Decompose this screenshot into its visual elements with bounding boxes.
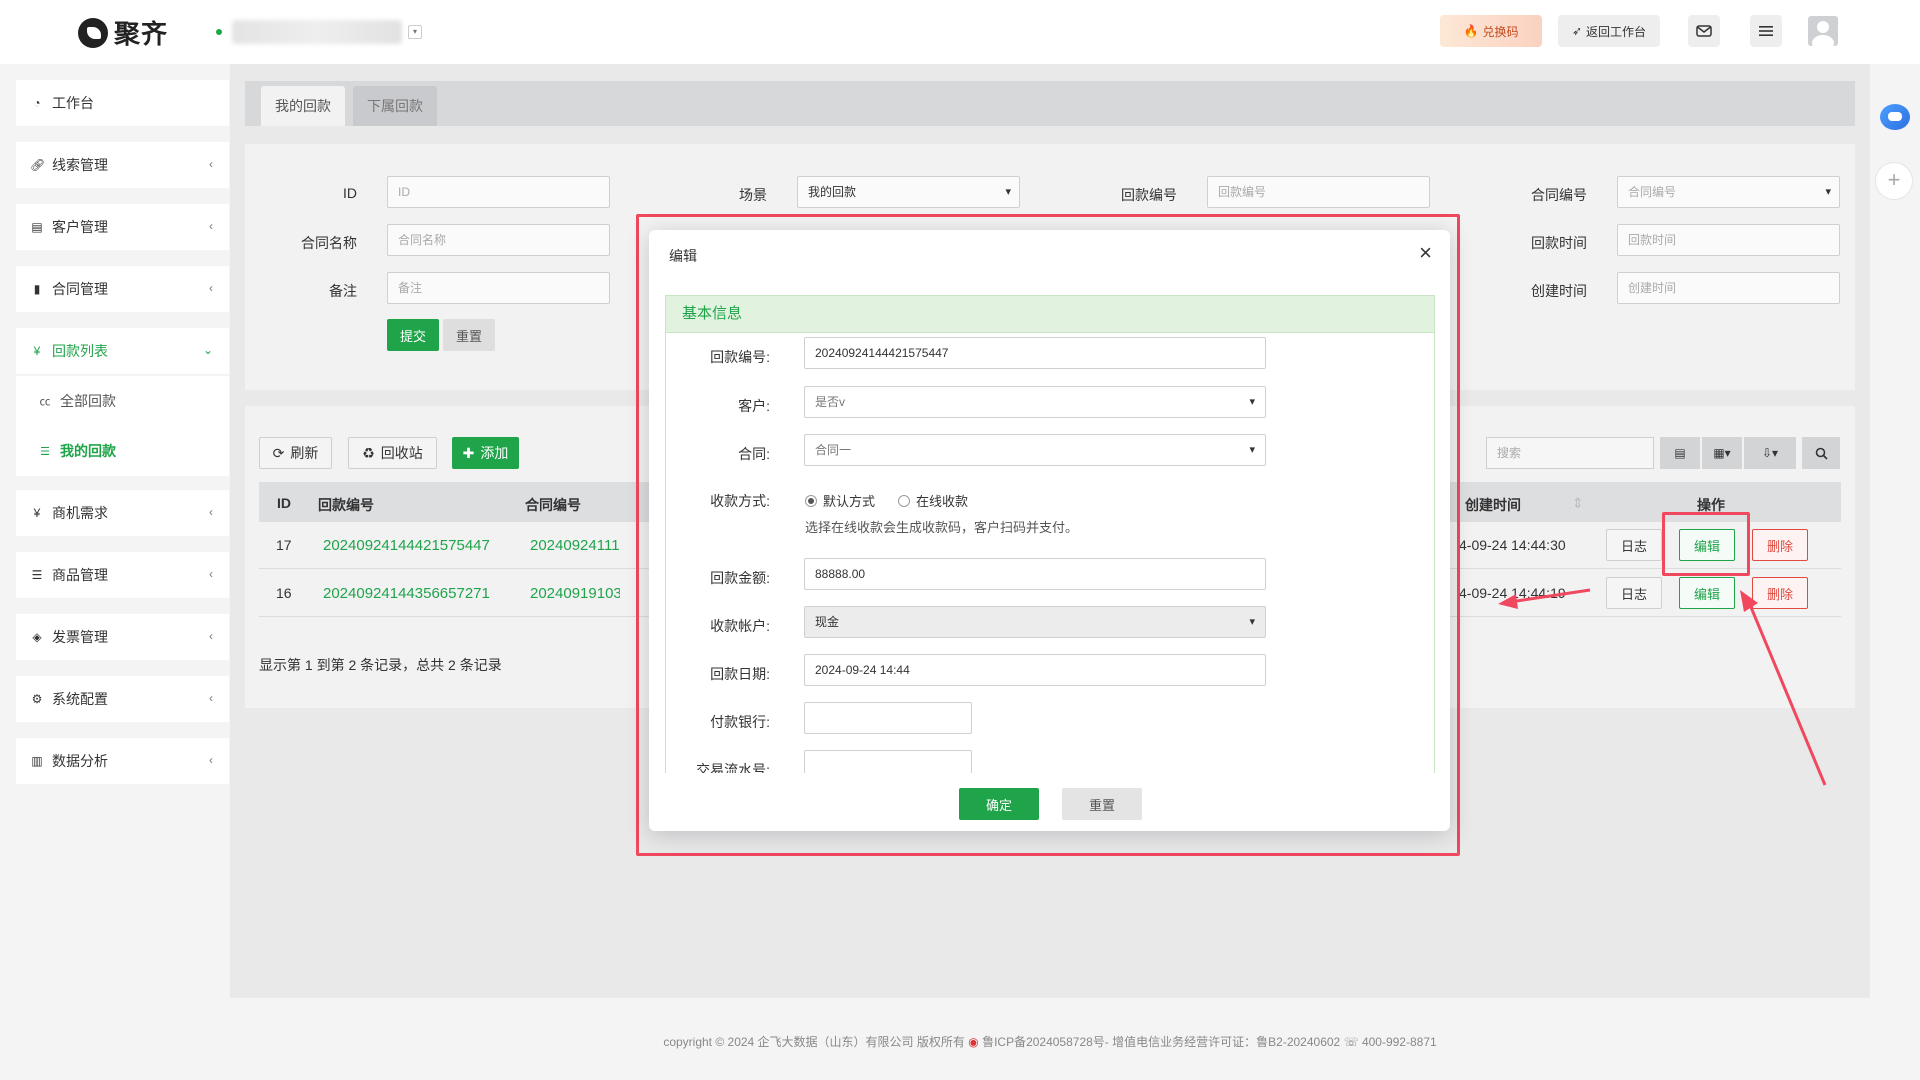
contract-select[interactable]: 合同一: [804, 434, 1266, 466]
radio-checked-icon: [805, 494, 817, 507]
payment-no-input[interactable]: 20240924144421575447: [804, 337, 1266, 369]
date-label: 回款日期:: [710, 666, 770, 682]
modal-title: 编辑: [669, 248, 697, 264]
account-select[interactable]: 现金: [804, 606, 1266, 638]
confirm-button[interactable]: 确定: [959, 788, 1039, 820]
date-input[interactable]: 2024-09-24 14:44: [804, 654, 1266, 686]
amount-label: 回款金额:: [710, 570, 770, 586]
close-icon[interactable]: ×: [1419, 240, 1432, 266]
section-basic-info: 基本信息: [665, 295, 1435, 333]
method-label: 收款方式:: [710, 493, 770, 509]
method-online-radio[interactable]: 在线收款: [898, 491, 968, 510]
customer-label: 客户:: [738, 398, 770, 414]
modal-form: 回款编号: 20240924144421575447 客户: 是否v 合同: 合…: [665, 333, 1435, 773]
method-default-label: 默认方式: [823, 494, 876, 509]
amount-input[interactable]: 88888.00: [804, 558, 1266, 590]
serial-input[interactable]: [804, 750, 972, 773]
method-default-radio[interactable]: 默认方式: [805, 491, 875, 510]
payment-no-label: 回款编号:: [710, 349, 770, 365]
account-label: 收款帐户:: [710, 618, 770, 634]
serial-label: 交易流水号:: [696, 762, 770, 773]
radio-unchecked-icon: [898, 494, 910, 507]
bank-label: 付款银行:: [710, 714, 770, 730]
modal-reset-button[interactable]: 重置: [1062, 788, 1142, 820]
method-online-label: 在线收款: [916, 494, 969, 509]
method-hint: 选择在线收款会生成收款码，客户扫码并支付。: [805, 520, 1079, 535]
bank-input[interactable]: [804, 702, 972, 734]
contract-label: 合同:: [738, 446, 770, 462]
edit-modal: 编辑 × 基本信息 回款编号: 20240924144421575447 客户:…: [649, 230, 1450, 831]
customer-select[interactable]: 是否v: [804, 386, 1266, 418]
